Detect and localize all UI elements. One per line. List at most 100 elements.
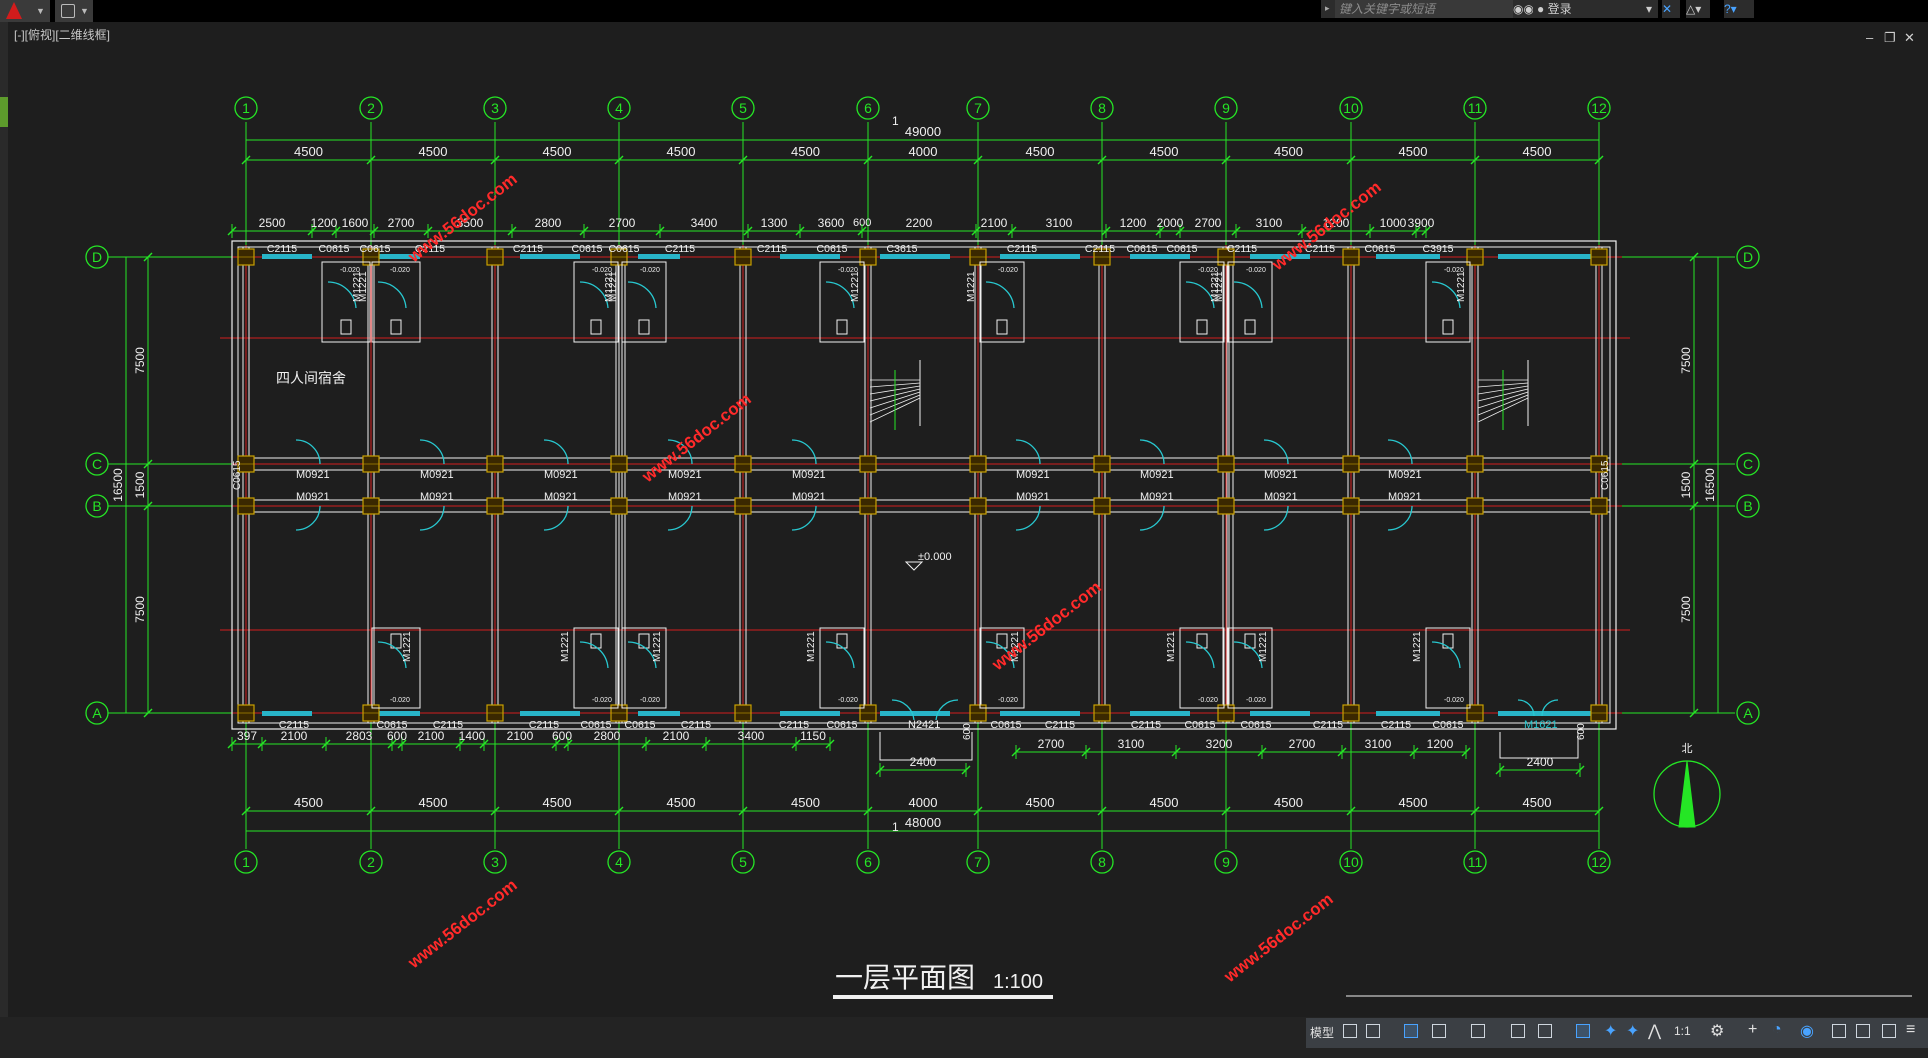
corridor-door-arc bbox=[791, 505, 817, 531]
model-tab[interactable]: 模型 bbox=[1310, 1024, 1334, 1041]
window-label-bottom: C2115 bbox=[1313, 719, 1343, 731]
dim-bay-top-text: 4500 bbox=[419, 144, 448, 159]
room-label: 四人间宿舍 bbox=[276, 370, 346, 386]
corridor-door-arc bbox=[543, 439, 569, 465]
clean-screen-icon[interactable] bbox=[1882, 1024, 1896, 1038]
dim-600: 600 bbox=[962, 723, 973, 740]
dim-detail-bottom-text: 2803 bbox=[346, 729, 373, 743]
bath-door-arc bbox=[985, 281, 1015, 309]
north-arrow-icon bbox=[1678, 760, 1696, 828]
autoscale-icon[interactable]: ✦ bbox=[1626, 1021, 1639, 1041]
axis-bubble-bottom: 1 bbox=[242, 854, 250, 870]
bath-door-label: M1221 bbox=[966, 271, 977, 302]
window-bottom bbox=[1250, 711, 1310, 716]
corridor-door-arc bbox=[419, 439, 445, 465]
toilet bbox=[1196, 633, 1208, 649]
bath-door-label: M1221 bbox=[1214, 271, 1225, 302]
door-label: M0921 bbox=[1388, 469, 1422, 481]
dim-detail-top-text: 2100 bbox=[981, 216, 1008, 230]
dim-left-total: 16500 bbox=[111, 468, 125, 502]
corridor-door-arc bbox=[1139, 505, 1165, 531]
toilet bbox=[1196, 319, 1208, 335]
bath-door-label: M1221 bbox=[1412, 631, 1423, 662]
corridor-door-arc bbox=[419, 505, 445, 531]
bath-elevation: -0.020 bbox=[1444, 697, 1464, 704]
section-mark-top: 1 bbox=[892, 114, 899, 128]
window-label-top: C0615 bbox=[1167, 243, 1198, 255]
dim-total-bottom: 48000 bbox=[905, 815, 941, 830]
bath-elevation: -0.020 bbox=[592, 697, 612, 704]
axis-bubble-bottom: 7 bbox=[974, 854, 982, 870]
entry-door-label: M1621 bbox=[1524, 719, 1558, 731]
dim-detail-bottom-text: 2100 bbox=[507, 729, 534, 743]
toilet bbox=[638, 319, 650, 335]
bathroom bbox=[979, 261, 1025, 343]
window-bottom bbox=[378, 711, 420, 716]
dim-bay-bottom-text: 4500 bbox=[543, 795, 572, 810]
workspace-gear-icon[interactable]: ⚙ bbox=[1710, 1021, 1724, 1041]
annotation-scale[interactable]: 1:1 bbox=[1674, 1024, 1691, 1038]
units-icon[interactable]: ◔ bbox=[1772, 1021, 1782, 1039]
dim-detail-top-text: 2200 bbox=[906, 216, 933, 230]
snap-icon[interactable] bbox=[1366, 1024, 1380, 1038]
door-label: M0921 bbox=[1264, 491, 1298, 503]
toilet bbox=[1442, 319, 1454, 335]
osnap-icon[interactable] bbox=[1471, 1024, 1485, 1038]
annotation-visibility-icon[interactable]: ✦ bbox=[1604, 1021, 1617, 1041]
dim-left-text: 7500 bbox=[133, 347, 147, 374]
window-bottom bbox=[638, 711, 680, 716]
hardware-acceleration-icon[interactable] bbox=[1856, 1024, 1870, 1038]
annotation-scale-icon[interactable]: ⋀ bbox=[1648, 1021, 1661, 1041]
dim-detail-bottom-right-text: 3100 bbox=[1365, 737, 1392, 751]
bath-door-label: M1221 bbox=[1258, 631, 1269, 662]
dim-bay-top-text: 4500 bbox=[1399, 144, 1428, 159]
isolate-objects-icon[interactable] bbox=[1832, 1024, 1846, 1038]
door-label: M0921 bbox=[1016, 469, 1050, 481]
bath-door-label: M1221 bbox=[608, 271, 619, 302]
axis-bubble-top: 2 bbox=[367, 100, 375, 116]
axis-bubble-bottom: 8 bbox=[1098, 854, 1106, 870]
window-label-bottom: C0615 bbox=[581, 719, 612, 731]
dim-bay-bottom-text: 4500 bbox=[1399, 795, 1428, 810]
dim-bay-bottom-text: 4500 bbox=[294, 795, 323, 810]
bath-door-label: M1221 bbox=[806, 631, 817, 662]
transparency-icon[interactable] bbox=[1538, 1024, 1552, 1038]
lineweight-icon[interactable] bbox=[1511, 1024, 1525, 1038]
dim-bay-bottom-text: 4500 bbox=[1274, 795, 1303, 810]
watermark: www.56doc.com bbox=[1220, 889, 1337, 986]
north-label: 北 bbox=[1682, 742, 1693, 755]
selection-cycling-icon[interactable] bbox=[1576, 1024, 1590, 1038]
polar-icon[interactable] bbox=[1432, 1024, 1446, 1038]
toilet bbox=[590, 633, 602, 649]
bathroom bbox=[371, 261, 421, 343]
dim-detail-top-text: 3100 bbox=[1256, 216, 1283, 230]
dim-total-top: 49000 bbox=[905, 124, 941, 139]
toilet bbox=[996, 319, 1008, 335]
annotation-monitor-icon[interactable]: + bbox=[1748, 1021, 1757, 1039]
dim-right-text: 7500 bbox=[1679, 596, 1693, 623]
bath-door-label: M1221 bbox=[1166, 631, 1177, 662]
quick-properties-icon[interactable]: ◉ bbox=[1800, 1021, 1814, 1041]
customization-icon[interactable]: ≡ bbox=[1906, 1021, 1915, 1039]
window-label-top: C2115 bbox=[1007, 243, 1037, 255]
ortho-icon[interactable] bbox=[1404, 1024, 1418, 1038]
window-label-bottom: C2115 bbox=[779, 719, 809, 731]
door-label: M0921 bbox=[668, 469, 702, 481]
axis-bubble-right: A bbox=[1743, 705, 1753, 721]
window-label-top: C2115 bbox=[513, 243, 543, 255]
bath-door-label: M1221 bbox=[652, 631, 663, 662]
window-bottom bbox=[1530, 711, 1600, 716]
window-label-top: C0615 bbox=[1127, 243, 1158, 255]
corridor-door-arc bbox=[1387, 439, 1413, 465]
dim-detail-top-text: 2700 bbox=[609, 216, 636, 230]
dim-bay-top-text: 4500 bbox=[294, 144, 323, 159]
bath-elevation: -0.020 bbox=[998, 697, 1018, 704]
elevation-symbol bbox=[904, 561, 924, 571]
window-label-top: C0615 bbox=[360, 243, 391, 255]
dim-detail-top-text: 3900 bbox=[1408, 216, 1435, 230]
dim-bay-bottom-text: 4500 bbox=[1026, 795, 1055, 810]
axis-bubble-top: 1 bbox=[242, 100, 250, 116]
grid-icon[interactable] bbox=[1343, 1024, 1357, 1038]
dim-bay-top-text: 4500 bbox=[667, 144, 696, 159]
bathroom bbox=[819, 627, 865, 709]
